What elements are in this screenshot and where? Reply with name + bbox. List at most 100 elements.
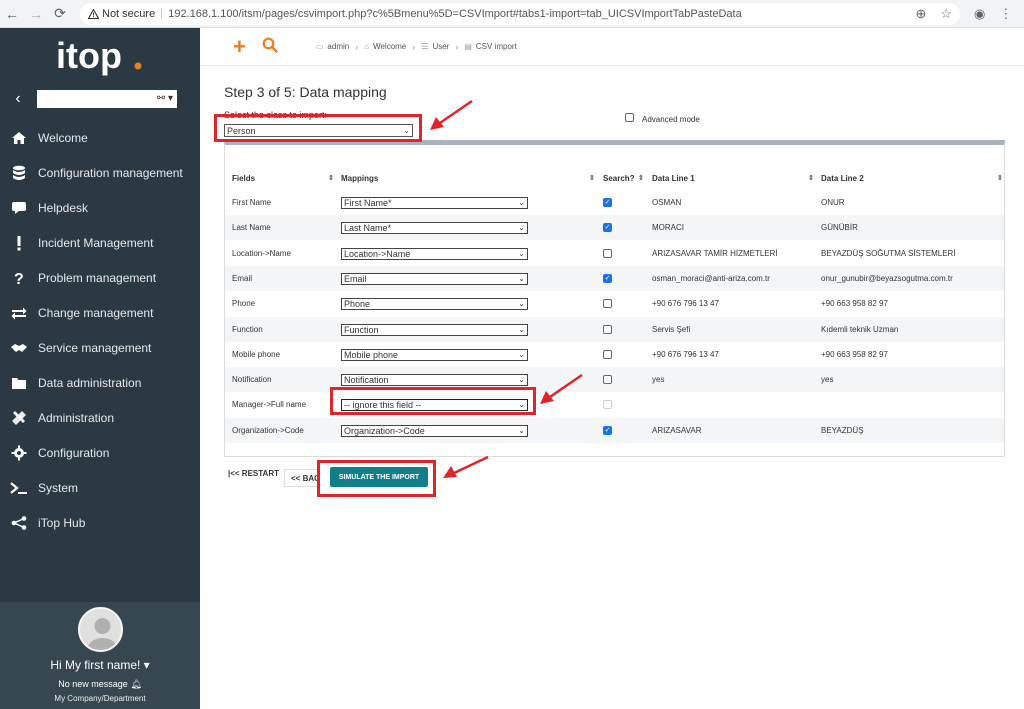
chevron-down-icon: ⌄	[518, 325, 525, 334]
data-line-1-value: yes	[652, 375, 665, 384]
table-row: Phone Phone ⌄ +90 676 796 13 47 +90 663 958 …	[225, 291, 1004, 316]
mapping-select[interactable]: Last Name* ⌄	[341, 221, 528, 234]
chevron-down-icon: ⌄	[518, 375, 525, 384]
annotation-arrow	[430, 99, 473, 130]
collapse-chevron-icon[interactable]: ‹	[8, 90, 28, 108]
chevron-down-icon: ⌄	[518, 350, 525, 359]
sidebar-item-system[interactable]: System	[0, 470, 200, 505]
global-search-icon[interactable]	[262, 37, 278, 56]
sidebar-item-administration[interactable]: Administration	[0, 400, 200, 435]
search-checkbox[interactable]	[603, 249, 612, 258]
annotation-box	[330, 387, 536, 415]
table-row: Function Function ⌄ Servis Şefi Kıdemli tekn…	[225, 317, 1004, 342]
organization-filter-input[interactable]: ⚯ ▾	[37, 90, 177, 108]
data-line-2-value: GÜNÜBİR	[821, 223, 858, 232]
bookmark-star-icon[interactable]: ☆	[940, 6, 952, 22]
kebab-menu-icon[interactable]: ⋮	[999, 6, 1012, 22]
mapping-select[interactable]: Function ⌄	[341, 323, 528, 336]
advanced-mode-option[interactable]: Advanced mode	[625, 110, 700, 124]
handshake-icon	[10, 340, 28, 356]
sidebar-item-change-management[interactable]: Change management	[0, 295, 200, 330]
chevron-down-icon: ⌄	[518, 299, 525, 308]
sidebar-item-configuration-management[interactable]: Configuration management	[0, 155, 200, 190]
restart-button[interactable]: |<< RESTART	[228, 469, 279, 478]
search-checkbox[interactable]	[603, 375, 612, 384]
mapping-select-value: Location->Name	[344, 248, 411, 259]
sidebar-item-label: Incident Management	[38, 235, 154, 250]
breadcrumb-user[interactable]: ☰ User	[421, 42, 449, 51]
col-fields[interactable]: Fields	[232, 174, 255, 183]
sort-icon[interactable]: ⇕	[808, 174, 814, 182]
breadcrumb-welcome[interactable]: ⌂ Welcome	[364, 42, 406, 51]
sidebar-item-helpdesk[interactable]: Helpdesk	[0, 190, 200, 225]
mapping-select[interactable]: Email ⌄	[341, 272, 528, 285]
new-object-plus-icon[interactable]: +	[233, 34, 246, 60]
folder-icon	[10, 375, 28, 391]
mapping-select[interactable]: Mobile phone ⌄	[341, 348, 528, 361]
search-checkbox[interactable]	[603, 325, 612, 334]
mapping-select[interactable]: Location->Name ⌄	[341, 247, 528, 260]
sidebar-item-welcome[interactable]: Welcome	[0, 120, 200, 155]
data-line-1-value: MORACI	[652, 223, 684, 232]
sort-icon[interactable]: ⇕	[589, 174, 595, 182]
sidebar-item-configuration[interactable]: Configuration	[0, 435, 200, 470]
breadcrumb: ▭ admin › ⌂ Welcome › ☰ User › ▤ CSV import	[316, 42, 517, 52]
itop-logo[interactable]: itop	[0, 28, 200, 88]
bell-icon: 🔔︎	[130, 679, 142, 689]
sidebar-item-problem-management[interactable]: ? Problem management	[0, 260, 200, 295]
sort-icon[interactable]: ⇕	[638, 174, 644, 182]
search-checkbox[interactable]: ✓	[603, 198, 612, 207]
sidebar-item-service-management[interactable]: Service management	[0, 330, 200, 365]
sidebar-item-incident-management[interactable]: Incident Management	[0, 225, 200, 260]
sidebar-item-data-administration[interactable]: Data administration	[0, 365, 200, 400]
table-row: Organization->Code Organization->Code ⌄ ✓ AR…	[225, 418, 1004, 443]
field-name: Mobile phone	[232, 350, 281, 359]
search-checkbox[interactable]: ✓	[603, 426, 612, 435]
mapping-select[interactable]: Organization->Code ⌄	[341, 424, 528, 437]
search-checkbox[interactable]	[603, 299, 612, 308]
search-checkbox[interactable]: ✓	[603, 223, 612, 232]
data-line-1-value: OSMAN	[652, 198, 682, 207]
avatar[interactable]	[78, 607, 123, 652]
back-arrow-icon[interactable]: ←	[0, 6, 24, 22]
sidebar-item-label: System	[38, 480, 79, 495]
sidebar-item-itop-hub[interactable]: iTop Hub	[0, 505, 200, 540]
data-line-1-value: +90 676 796 13 47	[652, 299, 719, 308]
search-checkbox[interactable]: ✓	[603, 274, 612, 283]
field-name: Email	[232, 274, 253, 283]
exclamation-icon	[10, 235, 28, 251]
sort-icon[interactable]: ⇕	[997, 174, 1003, 182]
col-data-line-1[interactable]: Data Line 1	[652, 174, 695, 183]
sidebar-item-label: iTop Hub	[38, 515, 86, 530]
security-indicator[interactable]: Not secure	[88, 7, 163, 20]
field-name: Function	[232, 325, 263, 334]
address-bar[interactable]: Not secure 192.168.1.100/itsm/pages/csvi…	[80, 2, 960, 25]
table-row: Email Email ⌄ ✓ osman_moraci@anti-ariza.com.…	[225, 266, 1004, 291]
search-checkbox[interactable]	[603, 350, 612, 359]
zoom-icon[interactable]: ⊕	[915, 6, 926, 22]
mapping-select[interactable]: Phone ⌄	[341, 297, 528, 310]
advanced-mode-checkbox[interactable]	[625, 112, 634, 122]
svg-text:itop: itop	[56, 36, 122, 76]
forward-arrow-icon[interactable]: →	[24, 6, 48, 22]
data-line-1-value: osman_moraci@anti-ariza.com.tr	[652, 274, 770, 283]
user-greeting[interactable]: Hi My first name! ▾	[0, 658, 200, 672]
data-line-2-value: +90 663 958 82 97	[821, 299, 888, 308]
sidebar-item-label: Change management	[38, 305, 154, 320]
user-messages[interactable]: No new message 🔔︎	[0, 679, 200, 690]
sort-icon[interactable]: ⇕	[328, 174, 334, 182]
back-button[interactable]: << BACK	[284, 469, 318, 487]
col-search[interactable]: Search?	[603, 174, 635, 183]
breadcrumb-admin[interactable]: ▭ admin	[316, 42, 349, 51]
data-line-2-value: yes	[821, 375, 834, 384]
mapping-select[interactable]: First Name* ⌄	[341, 196, 528, 209]
col-mappings[interactable]: Mappings	[341, 174, 378, 183]
mapping-select[interactable]: Notification ⌄	[341, 373, 528, 386]
table-header: Fields ⇕ Mappings ⇕ Search? ⇕ Data Line …	[225, 167, 1004, 189]
profile-icon[interactable]: ◉	[974, 6, 985, 22]
org-tree-icon[interactable]: ⚯ ▾	[157, 93, 173, 104]
col-data-line-2[interactable]: Data Line 2	[821, 174, 864, 183]
breadcrumb-csv-import[interactable]: ▤ CSV import	[464, 42, 516, 51]
reload-icon[interactable]: ⟳	[48, 5, 72, 22]
exchange-icon	[10, 305, 28, 321]
